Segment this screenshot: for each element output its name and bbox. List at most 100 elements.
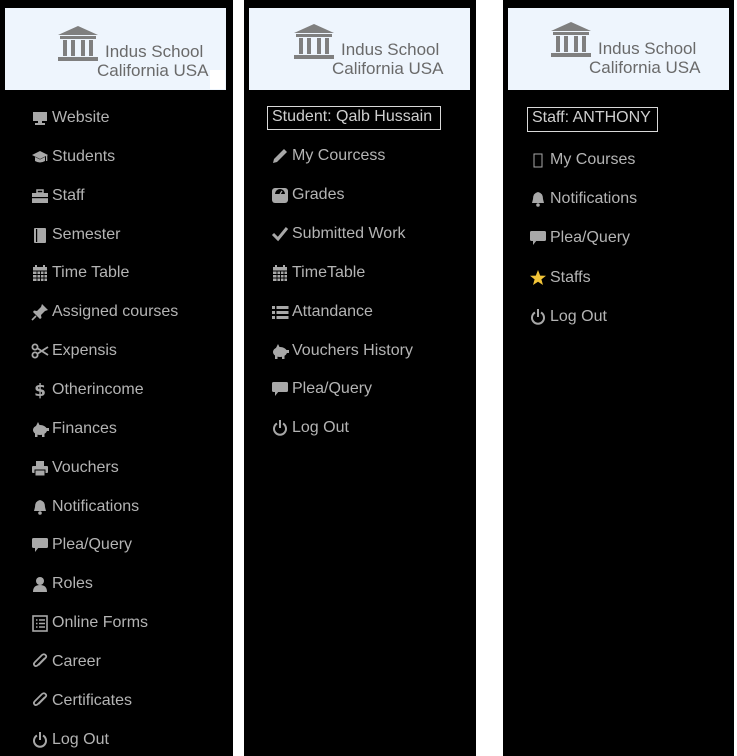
menu-item-label: Notifications: [550, 190, 638, 207]
svg-text:$: $: [34, 381, 46, 399]
menu-item-submitted-work[interactable]: Submitted Work: [271, 221, 406, 247]
menu-item-label: Roles: [52, 575, 93, 592]
school-location: California USA: [332, 59, 444, 78]
institution-icon: [551, 22, 591, 57]
menu-item-log-out[interactable]: Log Out: [31, 727, 109, 753]
menu-item-plea-query[interactable]: Plea/Query: [529, 225, 630, 251]
header-notch: [210, 70, 225, 89]
menu-item-timetable[interactable]: TimeTable: [271, 260, 365, 286]
calendar-icon: [271, 264, 289, 282]
briefcase-icon: [31, 187, 49, 205]
scissors-icon: [31, 342, 49, 360]
menu-item-students[interactable]: Students: [31, 144, 115, 170]
menu-item-semester[interactable]: Semester: [31, 222, 120, 248]
menu-item-label: Plea/Query: [550, 229, 631, 246]
printer-icon: [31, 459, 49, 477]
menu-item-label: Online Forms: [52, 614, 149, 631]
menu-item-notifications[interactable]: Notifications: [529, 186, 637, 212]
school-header: Indus School California USA: [249, 8, 470, 90]
menu-item-website[interactable]: Website: [31, 105, 110, 131]
list-icon: [271, 303, 289, 321]
list-alt-icon: [31, 614, 49, 632]
menu-item-vouchers-history[interactable]: Vouchers History: [271, 338, 413, 364]
menu-item-assigned-courses[interactable]: Assigned courses: [31, 299, 178, 325]
student-user-label: Student: Qalb Hussain: [267, 106, 441, 130]
institution-icon: [58, 26, 98, 61]
menu-item-label: Log Out: [550, 308, 607, 325]
menu-item-label: Vouchers History: [292, 342, 413, 359]
school-name: Indus School: [105, 42, 204, 61]
menu-item-attandance[interactable]: Attandance: [271, 299, 373, 325]
menu-item-label: Grades: [292, 186, 345, 203]
menu-item-label: Staff: [52, 187, 85, 204]
menu-item-my-courses[interactable]: My Courses: [529, 147, 635, 173]
missing-glyph-icon: [529, 151, 547, 169]
menu-item-label: Attandance: [292, 303, 373, 320]
user-icon: [31, 575, 49, 593]
bell-icon: [529, 190, 547, 208]
bell-icon: [31, 498, 49, 516]
menu-item-expensis[interactable]: Expensis: [31, 338, 117, 364]
power-icon: [271, 419, 289, 437]
staff-user-label: Staff: ANTHONY: [527, 107, 658, 132]
menu-item-label: Students: [52, 148, 116, 165]
scale-icon: [271, 186, 289, 204]
menu-item-grades[interactable]: Grades: [271, 182, 344, 208]
comment-icon: [271, 380, 289, 398]
power-icon: [31, 731, 49, 749]
menu-item-finances[interactable]: Finances: [31, 416, 117, 442]
menu-item-label: Plea/Query: [52, 536, 133, 553]
star-icon: [529, 269, 547, 287]
calendar-icon: [31, 264, 49, 282]
menu-item-label: Submitted Work: [292, 225, 406, 242]
student-sidebar: Indus School California USA Student: Qal…: [244, 0, 476, 756]
comment-icon: [31, 536, 49, 554]
menu-item-label: Log Out: [52, 731, 109, 748]
power-icon: [529, 308, 547, 326]
school-location: California USA: [589, 58, 701, 77]
menu-item-label: Semester: [52, 226, 121, 243]
menu-item-label: My Courcess: [292, 147, 386, 164]
graduation-cap-icon: [31, 148, 49, 166]
menu-item-staffs[interactable]: Staffs: [529, 265, 591, 291]
menu-item-label: Expensis: [52, 342, 117, 359]
institution-icon: [294, 24, 334, 59]
menu-item-staff[interactable]: Staff: [31, 183, 85, 209]
school-header: Indus School California USA: [5, 8, 226, 90]
menu-item-label: My Courses: [550, 151, 636, 168]
book-icon: [31, 226, 49, 244]
menu-item-plea-query[interactable]: Plea/Query: [31, 532, 132, 558]
menu-item-label: Log Out: [292, 419, 349, 436]
menu-item-roles[interactable]: Roles: [31, 571, 93, 597]
menu-item-online-forms[interactable]: Online Forms: [31, 610, 148, 636]
menu-item-label: Assigned courses: [52, 303, 179, 320]
menu-item-label: Career: [52, 653, 101, 670]
school-location: California USA: [97, 61, 209, 80]
admin-sidebar: Indus School California USA Website Stude…: [0, 0, 233, 756]
menu-item-time-table[interactable]: Time Table: [31, 260, 129, 286]
menu-item-label: TimeTable: [292, 264, 366, 281]
menu-item-log-out[interactable]: Log Out: [529, 304, 607, 330]
menu-item-plea-query[interactable]: Plea/Query: [271, 376, 372, 402]
menu-item-notifications[interactable]: Notifications: [31, 494, 139, 520]
staff-sidebar: Indus School California USA Staff: ANTHO…: [503, 0, 734, 756]
comment-icon: [529, 229, 547, 247]
piggy-bank-icon: [31, 420, 49, 438]
menu-item-log-out[interactable]: Log Out: [271, 415, 349, 441]
menu-item-label: Notifications: [52, 498, 140, 515]
school-name: Indus School: [341, 40, 440, 59]
menu-item-certificates[interactable]: Certificates: [31, 688, 132, 714]
menu-item-vouchers[interactable]: Vouchers: [31, 455, 119, 481]
dollar-icon: $: [31, 381, 49, 399]
school-header: Indus School California USA: [508, 8, 729, 90]
school-name: Indus School: [598, 39, 697, 58]
monitor-icon: [31, 109, 49, 127]
menu-item-career[interactable]: Career: [31, 649, 101, 675]
check-icon: [271, 225, 289, 243]
menu-item-label: Plea/Query: [292, 380, 373, 397]
menu-item-label: Certificates: [52, 692, 133, 709]
menu-item-my-courcess[interactable]: My Courcess: [271, 143, 385, 169]
menu-item-label: Staffs: [550, 269, 591, 286]
menu-item-otherincome[interactable]: $ Otherincome: [31, 377, 144, 403]
pin-icon: [31, 303, 49, 321]
